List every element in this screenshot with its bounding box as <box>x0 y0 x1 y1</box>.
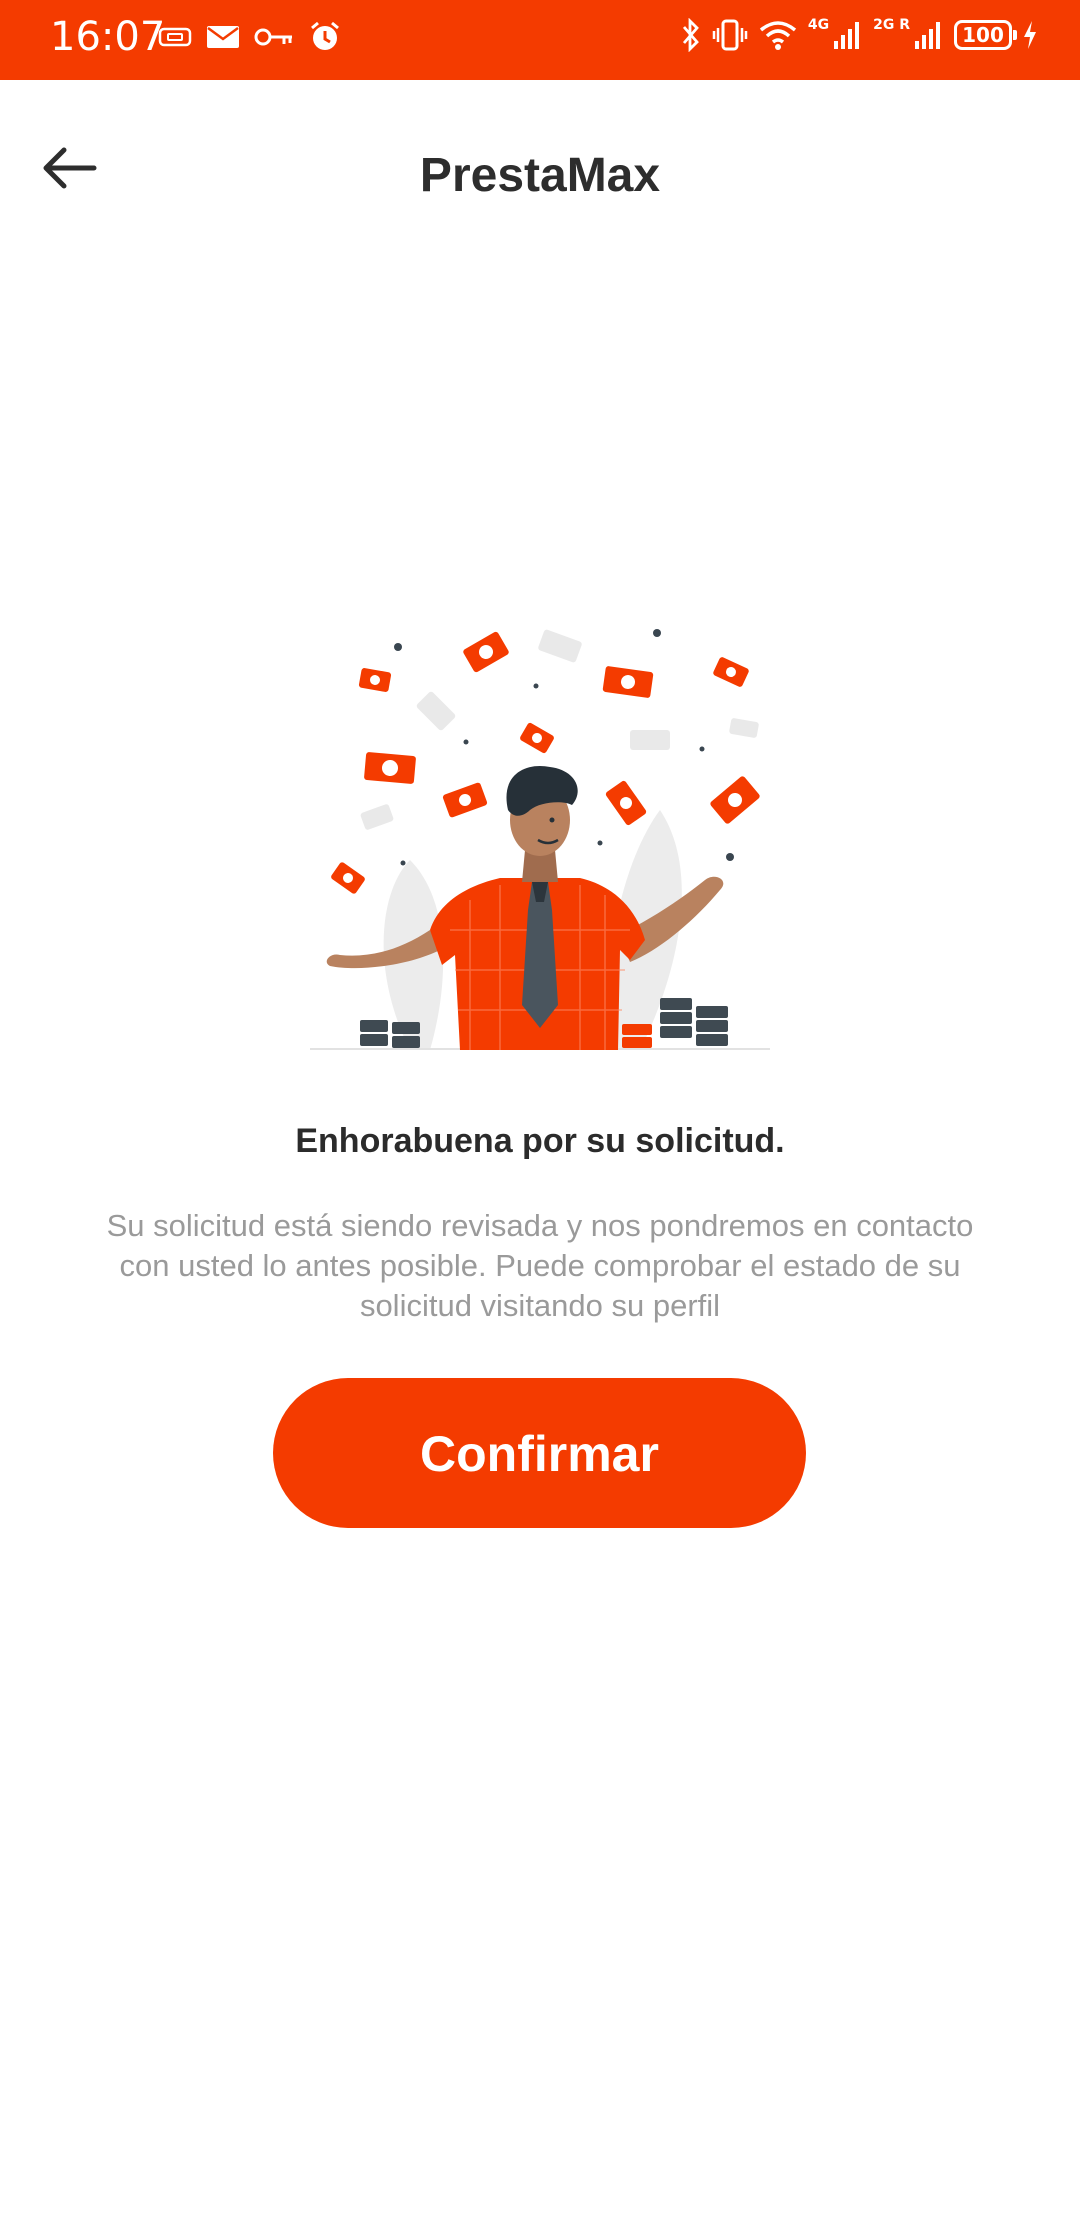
wifi-icon <box>759 21 796 50</box>
app-header: PrestaMax <box>0 80 1080 280</box>
key-icon <box>254 28 292 46</box>
vibrate-icon <box>712 19 748 51</box>
alarm-icon <box>311 21 339 50</box>
status-time: 16:07 <box>50 14 166 60</box>
signal-icon <box>834 22 860 49</box>
mail-icon <box>207 26 239 48</box>
signal-icon-2 <box>915 22 940 49</box>
network-type-1: 4G <box>807 17 830 33</box>
page-title: PrestaMax <box>419 149 661 202</box>
status-bar: 16:07 4G 2G R 100 <box>0 0 1080 80</box>
success-headline: Enhorabuena por su solicitud. <box>295 1122 785 1160</box>
battery-icon: 100 <box>954 20 1017 50</box>
network-type-2: 2G R <box>873 17 910 33</box>
success-message: Su solicitud está siendo revisada y nos … <box>106 1208 974 1323</box>
confirm-button[interactable]: Confirmar <box>273 1378 806 1528</box>
charging-icon <box>1024 21 1036 49</box>
bluetooth-icon <box>682 18 699 52</box>
status-left-icons <box>158 20 342 54</box>
status-right-icons: 4G 2G R 100 <box>680 17 1038 52</box>
success-illustration <box>310 629 770 1050</box>
sim-card-icon <box>158 27 192 47</box>
